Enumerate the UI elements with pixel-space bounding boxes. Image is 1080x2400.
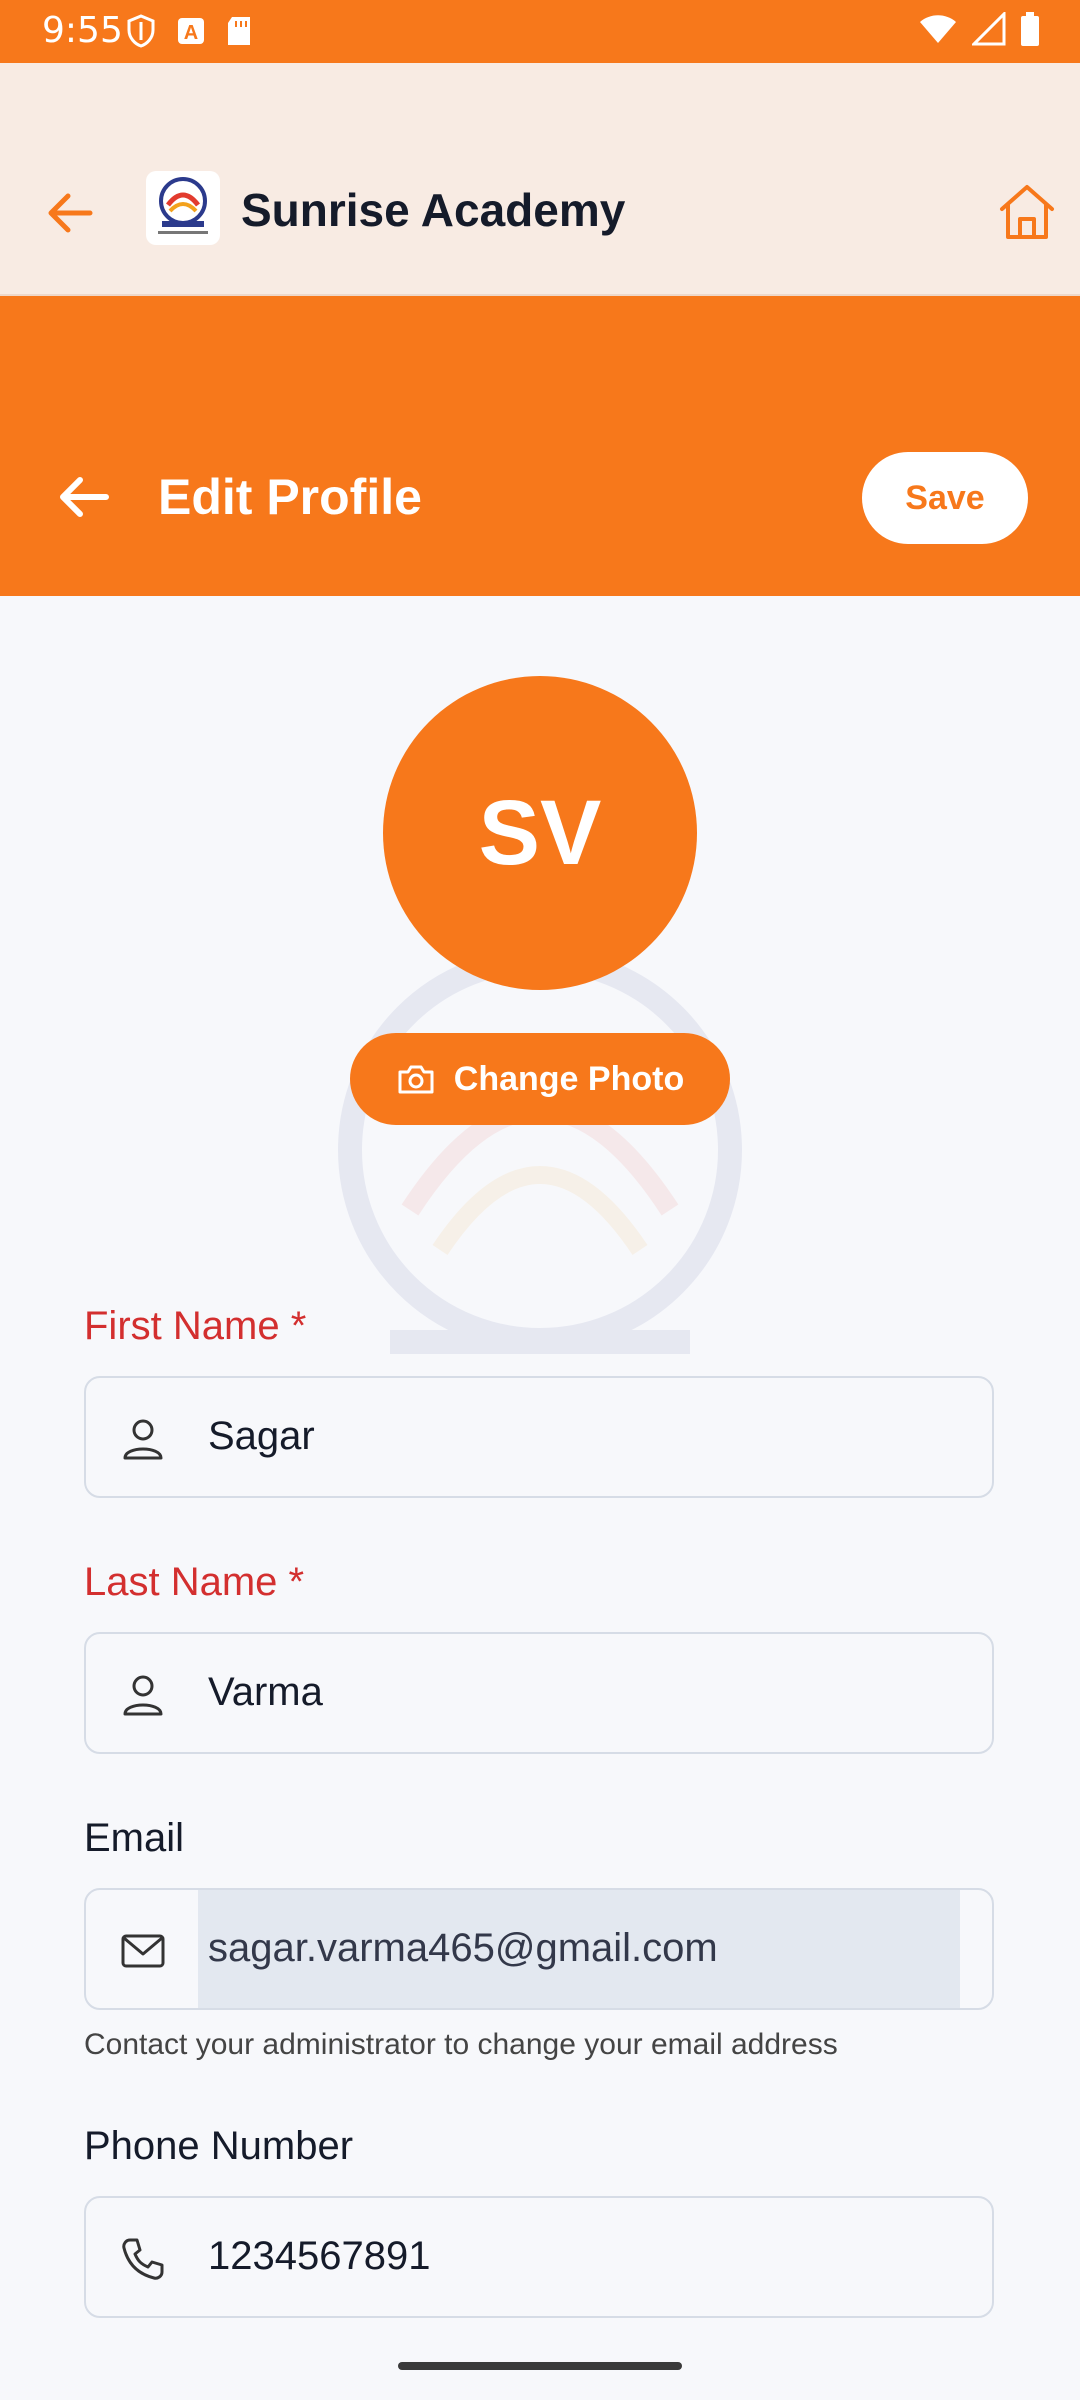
email-input[interactable]: sagar.varma465@gmail.com [208, 1926, 718, 1971]
status-time: 9:55 [42, 10, 123, 51]
back-arrow-icon[interactable] [54, 472, 114, 522]
text-a-icon: A [178, 18, 204, 44]
email-field[interactable]: sagar.varma465@gmail.com [84, 1888, 994, 2010]
first-name-input[interactable]: Sagar [208, 1414, 315, 1459]
save-button[interactable]: Save [862, 452, 1028, 544]
last-name-input[interactable]: Varma [208, 1670, 323, 1715]
phone-input[interactable]: 1234567891 [208, 2234, 430, 2279]
home-indicator[interactable] [398, 2362, 682, 2370]
academy-watermark [338, 950, 742, 1354]
app-title: Sunrise Academy [241, 184, 626, 236]
email-label: Email [84, 1816, 185, 1860]
svg-text:A: A [184, 22, 198, 44]
change-photo-label: Change Photo [453, 1059, 685, 1098]
email-helper-text: Contact your administrator to change you… [84, 2028, 838, 2061]
last-name-field[interactable]: Varma [84, 1632, 994, 1754]
edit-profile-header: Edit Profile Save [0, 296, 1080, 596]
person-icon [123, 1419, 163, 1460]
home-icon[interactable] [996, 181, 1058, 243]
battery-icon [1021, 12, 1039, 46]
app-bar: Sunrise Academy [0, 63, 1080, 296]
camera-icon [398, 1065, 434, 1094]
academy-logo [146, 171, 220, 245]
phone-label: Phone Number [84, 2124, 354, 2168]
signal-icon [972, 12, 1006, 46]
change-photo-button[interactable]: Change Photo [350, 1033, 730, 1125]
first-name-field[interactable]: Sagar [84, 1376, 994, 1498]
status-bar: 9:55 A [0, 0, 1080, 63]
page-title: Edit Profile [158, 469, 422, 525]
shield-icon [127, 14, 155, 48]
sd-card-icon [228, 17, 250, 45]
back-arrow-icon[interactable] [40, 183, 100, 243]
phone-icon [122, 2238, 164, 2280]
person-icon [123, 1675, 163, 1716]
wifi-icon [920, 15, 956, 43]
mail-icon [121, 1934, 165, 1968]
last-name-label: Last Name * [84, 1560, 305, 1604]
first-name-label: First Name * [84, 1304, 307, 1348]
avatar: SV [383, 676, 697, 990]
phone-field[interactable]: 1234567891 [84, 2196, 994, 2318]
